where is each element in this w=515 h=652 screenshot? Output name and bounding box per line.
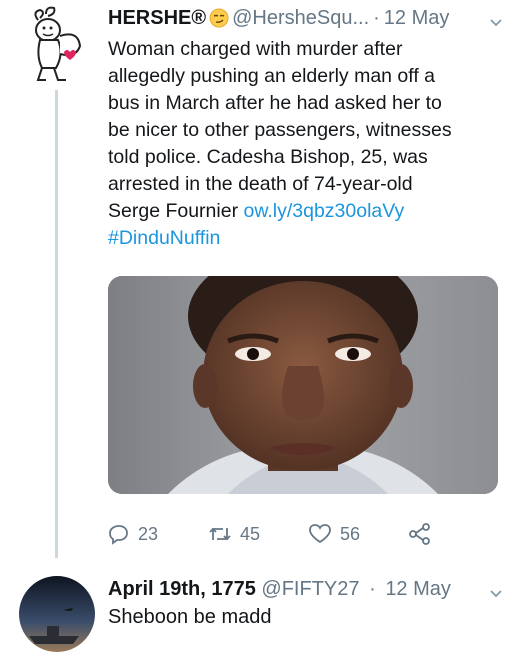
- tweet-link[interactable]: ow.ly/3qbz30olaVy: [243, 200, 404, 222]
- thread-line: [55, 90, 58, 558]
- chevron-down-icon[interactable]: [488, 581, 504, 598]
- share-button[interactable]: [408, 523, 432, 545]
- tweet-text-line: told police. Cadesha Bishop, 25, was: [108, 146, 428, 168]
- tweet-time[interactable]: 12 May: [384, 4, 450, 32]
- reply-text: Sheboon be madd: [108, 606, 272, 628]
- reply-author-name[interactable]: April 19th, 1775: [108, 578, 256, 600]
- like-count: 56: [340, 523, 361, 544]
- separator-dot: ·: [369, 578, 376, 600]
- tweet-text-line: Serge Fournier ow.ly/3qbz30olaVy: [108, 198, 503, 225]
- tweet-text-line: Woman charged with murder after: [108, 38, 403, 60]
- share-icon: [409, 523, 430, 545]
- separator-dot: ·: [373, 7, 380, 29]
- reply-icon: [109, 525, 128, 545]
- chevron-down-icon[interactable]: [488, 10, 504, 27]
- like-button[interactable]: 56: [308, 523, 408, 545]
- reply-button[interactable]: 23: [108, 523, 208, 545]
- reply-time[interactable]: 12 May: [385, 578, 451, 600]
- portrait-image: [108, 276, 498, 494]
- tweet-text-line: bus in March after he had asked her to: [108, 92, 442, 114]
- retweet-icon: [209, 527, 231, 541]
- reply-author-avatar[interactable]: [19, 576, 95, 652]
- cartoon-avatar-icon: [20, 6, 92, 84]
- retweet-count: 45: [240, 523, 261, 544]
- author-handle[interactable]: @HersheSqu...: [232, 4, 369, 32]
- reply-count: 23: [138, 523, 159, 544]
- retweet-button[interactable]: 45: [208, 523, 308, 545]
- smirk-emoji-icon: [209, 8, 229, 28]
- like-icon: [309, 524, 331, 544]
- ship-avatar-icon: [19, 576, 95, 652]
- tweet-header: HERSHE® @HersheSqu... · 12 May: [108, 4, 508, 32]
- tweet-text-line: be nicer to other passengers, witnesses: [108, 119, 452, 141]
- reply-author-handle[interactable]: @FIFTY27: [261, 578, 359, 600]
- tweet-text-fragment: Serge Fournier: [108, 200, 244, 222]
- tweet-text: Woman charged with murder after allegedl…: [108, 36, 503, 252]
- hashtag-link[interactable]: #DinduNuffin: [108, 227, 220, 249]
- author-avatar[interactable]: [20, 6, 92, 84]
- author-name[interactable]: HERSHE®: [108, 4, 206, 32]
- tweet-text-line: arrested in the death of 74-year-old: [108, 173, 413, 195]
- tweet-actions: 23 45 56: [108, 518, 498, 550]
- tweet-media-photo[interactable]: [108, 276, 498, 494]
- tweet-text-line: allegedly pushing an elderly man off a: [108, 65, 436, 87]
- reply-header: April 19th, 1775 @FIFTY27 · 12 May: [108, 575, 508, 603]
